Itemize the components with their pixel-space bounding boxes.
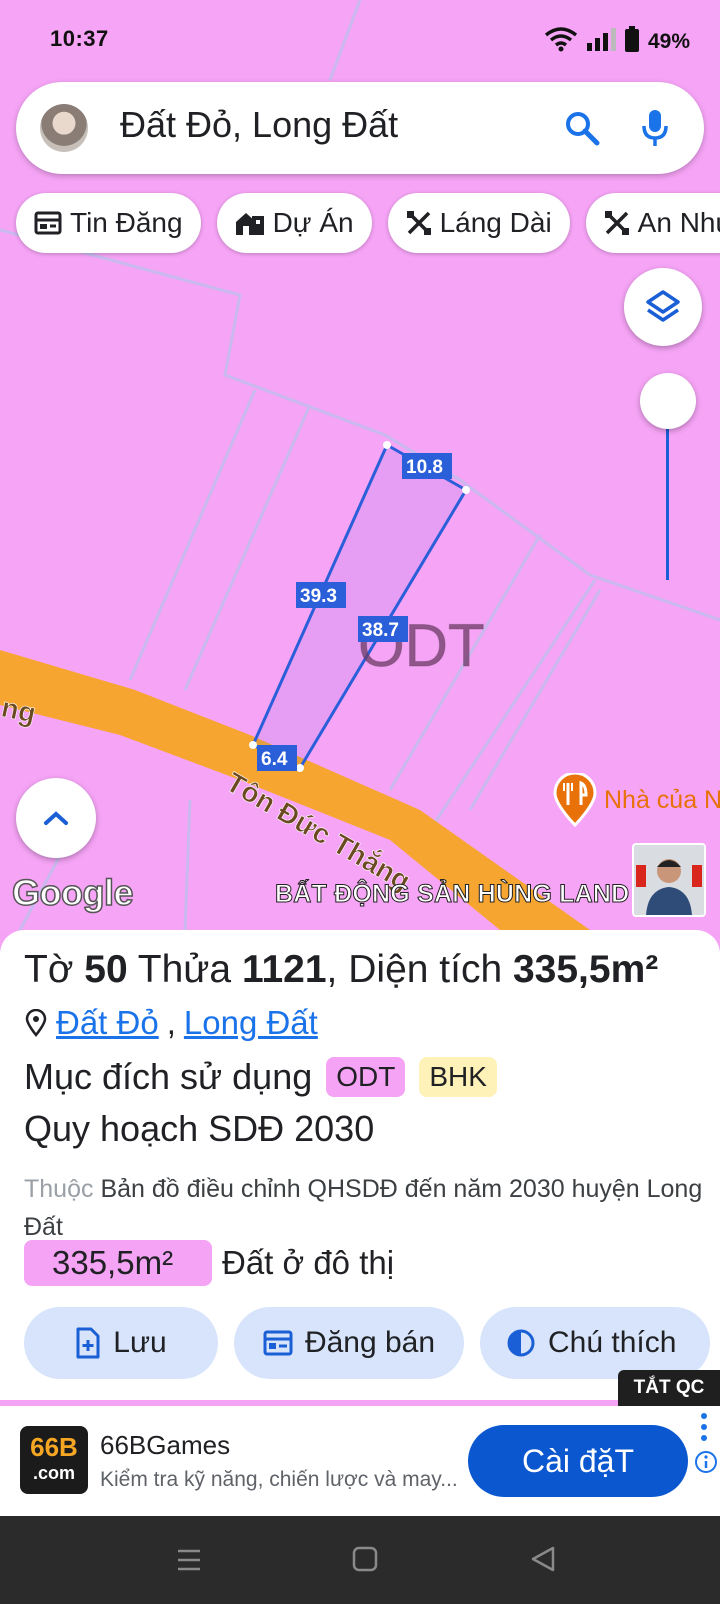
layers-button[interactable] bbox=[624, 268, 702, 346]
ad-logo-bottom: .com bbox=[32, 1463, 75, 1483]
selected-parcel[interactable] bbox=[249, 441, 470, 772]
status-icons: 49% bbox=[544, 26, 690, 57]
ad-logo: 66B .com bbox=[20, 1426, 88, 1494]
chip-tin-dang[interactable]: Tin Đăng bbox=[16, 193, 201, 253]
ad-title: 66BGames bbox=[100, 1430, 231, 1460]
edge-length-right: 38.7 bbox=[362, 620, 399, 641]
area-icon bbox=[604, 211, 629, 235]
plot-number: 1121 bbox=[241, 948, 327, 991]
ad-logo-top: 66B bbox=[30, 1432, 78, 1462]
zone-type: Đất ở đô thị bbox=[222, 1244, 395, 1281]
sheet-label: Tờ bbox=[24, 948, 74, 991]
post-for-sale-label: Đăng bán bbox=[304, 1326, 436, 1359]
ad-banner[interactable]: 66B .com 66BGames Kiểm tra kỹ năng, chiế… bbox=[0, 1406, 720, 1516]
land-use-purpose: Mục đích sử dụng ODT BHK bbox=[24, 1056, 497, 1098]
status-time: 10:37 bbox=[50, 26, 109, 51]
microphone-icon[interactable] bbox=[640, 108, 670, 153]
listing-icon bbox=[34, 211, 62, 235]
location-pin-icon bbox=[25, 1009, 47, 1037]
save-file-icon bbox=[76, 1327, 100, 1359]
ad-close-button[interactable]: TẮT QC bbox=[618, 1370, 720, 1406]
chip-label: Dự Án bbox=[272, 207, 354, 238]
sheet-number: 50 bbox=[84, 948, 128, 991]
poi-marker[interactable]: Nhà của N bbox=[552, 773, 720, 827]
back-icon[interactable] bbox=[530, 1546, 556, 1572]
edge-length-top: 10.8 bbox=[406, 457, 443, 478]
purpose-tag-bhk: BHK bbox=[419, 1057, 497, 1097]
ad-subtitle: Kiểm tra kỹ năng, chiến lược và may... bbox=[100, 1468, 458, 1491]
chip-label: Láng Dài bbox=[439, 207, 552, 238]
plot-label: Thửa bbox=[137, 948, 232, 991]
chip-label: An Nhứt bbox=[637, 207, 720, 238]
filter-chips: Tin Đăng Dự Án Láng Dài An Nhứt bbox=[16, 193, 720, 253]
road-label-fragment: ng bbox=[0, 692, 39, 729]
status-bar: 10:37 49% bbox=[0, 0, 720, 80]
search-bar[interactable]: Đất Đỏ, Long Đất bbox=[16, 82, 704, 174]
project-icon bbox=[235, 213, 264, 235]
battery-level: 49% bbox=[647, 29, 690, 53]
ad-info-icon[interactable] bbox=[694, 1450, 718, 1474]
restaurant-pin-icon bbox=[553, 773, 597, 827]
watermark-photo bbox=[632, 843, 706, 917]
area-label: Diện tích bbox=[348, 948, 503, 991]
action-buttons: Lưu Đăng bán Chú thích bbox=[24, 1307, 710, 1379]
chip-du-an[interactable]: Dự Án bbox=[216, 193, 372, 253]
poi-name: Nhà của N bbox=[604, 785, 720, 814]
location-link-district[interactable]: Đất Đỏ bbox=[56, 1004, 159, 1042]
ad-install-button[interactable]: Cài đặT bbox=[468, 1425, 688, 1497]
zone-area-row: 335,5m² Đất ở đô thị bbox=[24, 1240, 394, 1286]
layers-icon bbox=[646, 290, 680, 322]
system-nav-bar bbox=[0, 1516, 720, 1604]
search-query[interactable]: Đất Đỏ, Long Đất bbox=[120, 104, 398, 146]
battery-icon bbox=[624, 26, 640, 57]
home-icon[interactable] bbox=[352, 1546, 378, 1572]
area-icon bbox=[406, 211, 431, 235]
edge-length-bottom: 6.4 bbox=[261, 749, 288, 770]
contrast-icon bbox=[507, 1329, 535, 1357]
chip-label: Tin Đăng bbox=[70, 207, 183, 238]
purpose-label: Mục đích sử dụng bbox=[24, 1056, 313, 1097]
parcel-title: Tờ 50 Thửa 1121, Diện tích 335,5m² bbox=[24, 948, 659, 991]
app: ODT 10.8 39.3 38.7 6.4 Tôn Đức Thắng ng … bbox=[0, 0, 720, 1604]
legend-label: Chú thích bbox=[548, 1326, 677, 1359]
opacity-slider-handle[interactable] bbox=[640, 373, 696, 429]
plan-description: Thuộc Bản đồ điều chỉnh QHSDĐ đến năm 20… bbox=[24, 1170, 704, 1246]
recent-apps-icon[interactable] bbox=[176, 1548, 202, 1572]
post-for-sale-button[interactable]: Đăng bán bbox=[234, 1307, 464, 1379]
plan-title: Quy hoạch SDĐ 2030 bbox=[24, 1108, 375, 1149]
legend-button[interactable]: Chú thích bbox=[480, 1307, 710, 1379]
plan-description-prefix: Thuộc bbox=[24, 1175, 94, 1203]
save-button-label: Lưu bbox=[113, 1326, 167, 1359]
expand-button[interactable] bbox=[16, 778, 96, 858]
watermark-text: BẤT ĐỘNG SẢN HÙNG LAND bbox=[274, 880, 630, 909]
edge-length-left: 39.3 bbox=[300, 586, 337, 607]
purpose-tag-odt: ODT bbox=[326, 1057, 406, 1097]
search-icon[interactable] bbox=[564, 110, 600, 151]
parcel-info-panel: Tờ 50 Thửa 1121, Diện tích 335,5m² Đất Đ… bbox=[0, 930, 720, 1400]
save-button[interactable]: Lưu bbox=[24, 1307, 218, 1379]
signal-icon bbox=[586, 27, 616, 56]
zone-area: 335,5m² bbox=[24, 1240, 212, 1286]
chip-lang-dai[interactable]: Láng Dài bbox=[387, 193, 570, 253]
more-options-icon[interactable] bbox=[698, 1410, 710, 1444]
wifi-icon bbox=[544, 26, 578, 57]
location-link-town[interactable]: Long Đất bbox=[184, 1004, 318, 1042]
area-value: 335,5m² bbox=[512, 948, 659, 991]
plan-description-text: Bản đồ điều chỉnh QHSDĐ đến năm 2030 huy… bbox=[24, 1175, 703, 1241]
avatar[interactable] bbox=[40, 104, 88, 152]
chevron-up-icon bbox=[44, 811, 68, 825]
chip-an-nhut[interactable]: An Nhứt bbox=[585, 193, 720, 253]
map-view[interactable]: ODT 10.8 39.3 38.7 6.4 Tôn Đức Thắng ng … bbox=[0, 0, 720, 930]
parcel-location: Đất Đỏ, Long Đất bbox=[24, 1004, 318, 1042]
google-logo: Google bbox=[11, 871, 134, 914]
listing-icon bbox=[263, 1330, 293, 1356]
